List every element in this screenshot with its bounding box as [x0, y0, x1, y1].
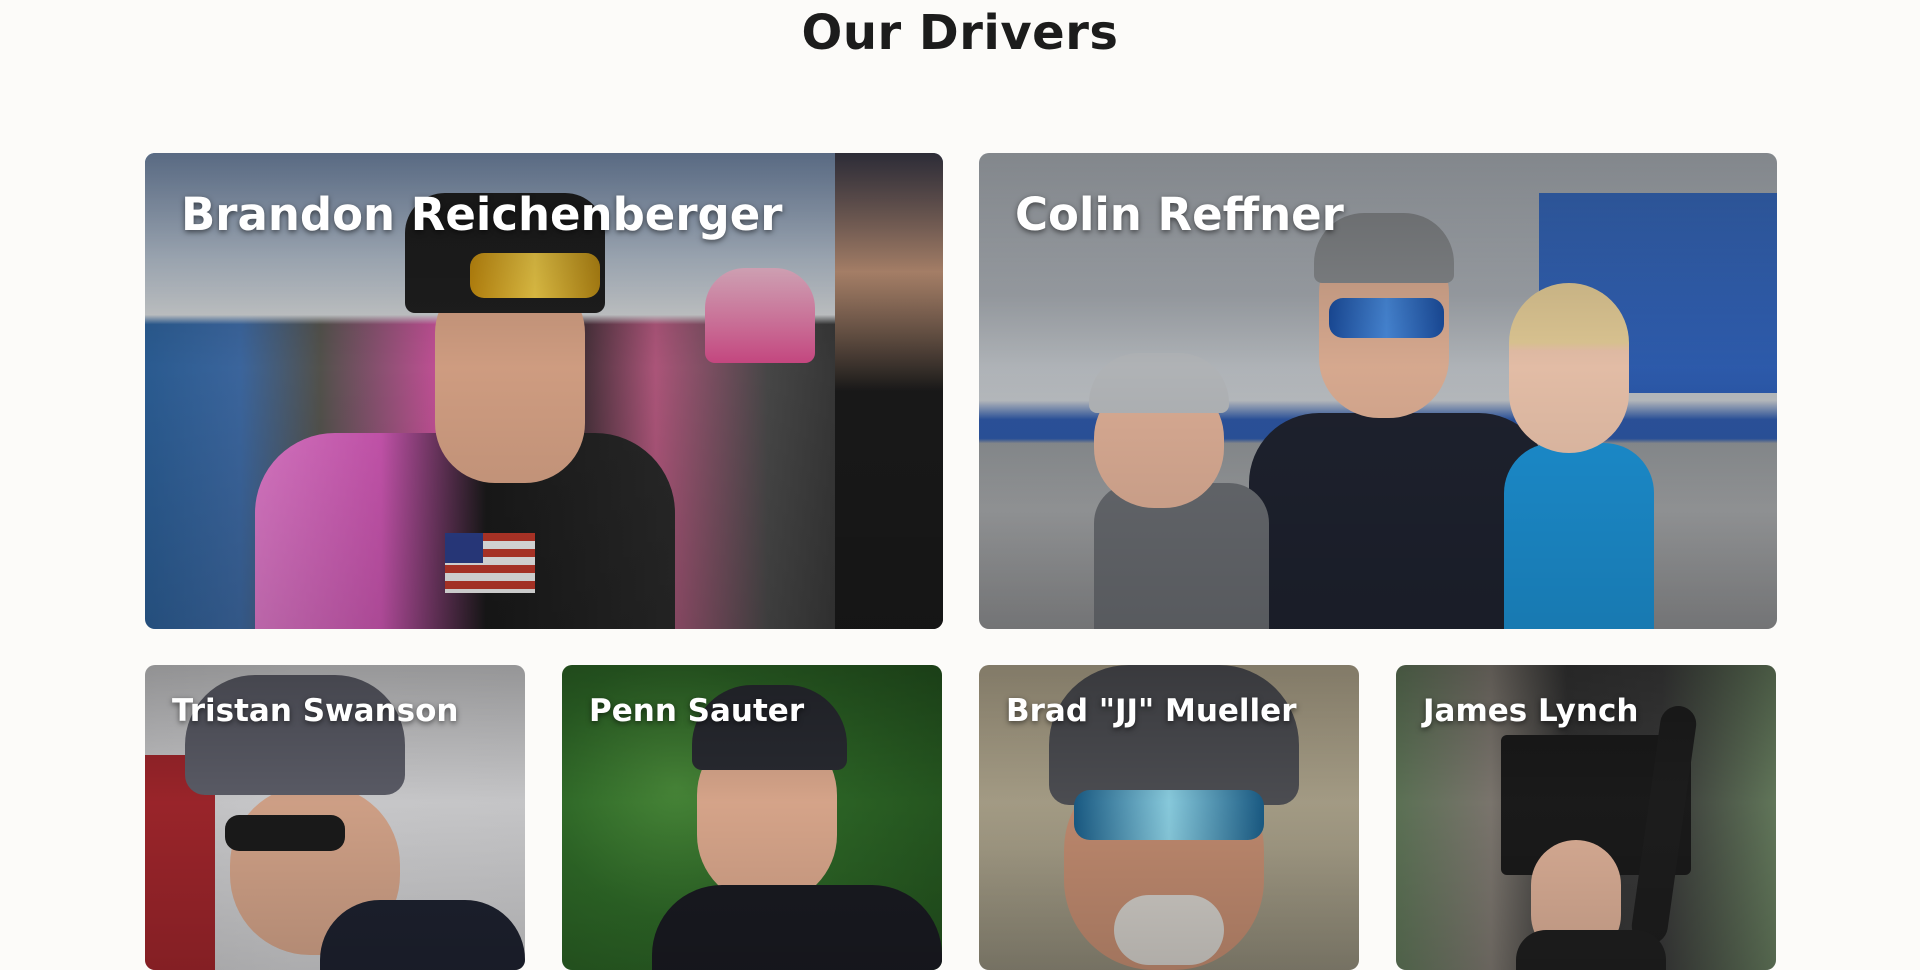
driver-name: Brandon Reichenberger	[181, 188, 783, 241]
driver-name: Penn Sauter	[589, 693, 805, 729]
driver-card-james-lynch[interactable]: James Lynch	[1396, 665, 1776, 970]
driver-name: Colin Reffner	[1015, 188, 1344, 241]
page-title: Our Drivers	[801, 5, 1119, 61]
driver-card-tristan-swanson[interactable]: Tristan Swanson	[145, 665, 525, 970]
driver-card-colin-reffner[interactable]: Colin Reffner	[979, 153, 1777, 629]
driver-name: Brad "JJ" Mueller	[1006, 693, 1297, 729]
driver-card-penn-sauter[interactable]: Penn Sauter	[562, 665, 942, 970]
driver-name: Tristan Swanson	[172, 693, 459, 729]
driver-name: James Lynch	[1423, 693, 1639, 729]
driver-card-brandon-reichenberger[interactable]: Brandon Reichenberger	[145, 153, 943, 629]
driver-card-brad-jj-mueller[interactable]: Brad "JJ" Mueller	[979, 665, 1359, 970]
